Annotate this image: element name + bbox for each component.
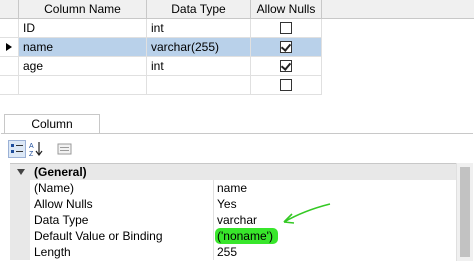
allow-nulls-cell bbox=[251, 57, 322, 76]
column-grid: Column Name Data Type Allow Nulls ID int n… bbox=[0, 0, 474, 98]
property-value[interactable]: 255 bbox=[214, 244, 456, 260]
property-name: Allow Nulls bbox=[30, 196, 214, 212]
grid-row[interactable]: name varchar(255) bbox=[0, 38, 474, 57]
collapse-triangle-icon bbox=[17, 169, 25, 175]
property-gutter bbox=[10, 212, 30, 228]
grid-row[interactable]: age int bbox=[0, 57, 474, 76]
property-grid: (General) (Name) name Allow Nulls Yes Data T… bbox=[10, 163, 456, 261]
property-gutter bbox=[10, 244, 30, 260]
header-column-name[interactable]: Column Name bbox=[19, 0, 147, 19]
grid-row[interactable]: ID int bbox=[0, 19, 474, 38]
property-row[interactable]: Allow Nulls Yes bbox=[10, 196, 456, 212]
svg-text:A: A bbox=[29, 143, 34, 150]
alphabetical-az-icon: A Z bbox=[29, 142, 43, 157]
property-name: Default Value or Binding bbox=[30, 228, 214, 244]
header-data-type[interactable]: Data Type bbox=[147, 0, 251, 19]
data-type-cell[interactable]: varchar(255) bbox=[147, 38, 251, 57]
collapse-toggle[interactable] bbox=[10, 164, 30, 180]
property-gutter bbox=[10, 228, 30, 244]
allow-nulls-cell bbox=[251, 38, 322, 57]
tab-column-properties[interactable]: Column Properties bbox=[4, 114, 100, 150]
property-row[interactable]: Data Type varchar bbox=[10, 212, 456, 228]
row-selector[interactable] bbox=[0, 57, 19, 76]
grid-row[interactable] bbox=[0, 76, 474, 95]
column-name-cell[interactable] bbox=[19, 76, 147, 95]
column-name-cell[interactable]: ID bbox=[19, 19, 147, 38]
allow-nulls-checkbox[interactable] bbox=[280, 79, 292, 91]
property-gutter bbox=[10, 196, 30, 212]
property-value[interactable]: name bbox=[214, 180, 456, 196]
header-allow-nulls[interactable]: Allow Nulls bbox=[251, 0, 322, 19]
categorized-icon bbox=[11, 144, 23, 153]
property-pages-button[interactable] bbox=[56, 140, 74, 158]
allow-nulls-checkbox[interactable] bbox=[280, 60, 292, 72]
property-name: (Name) bbox=[30, 180, 214, 196]
property-name: Length bbox=[30, 244, 214, 260]
property-row[interactable]: Default Value or Binding ('noname') bbox=[10, 228, 456, 244]
property-value[interactable]: ('noname') bbox=[214, 228, 456, 244]
property-gutter bbox=[10, 180, 30, 196]
current-row-arrow-icon bbox=[6, 43, 12, 51]
annotation-arrow-icon bbox=[283, 203, 331, 224]
data-type-cell[interactable] bbox=[147, 76, 251, 95]
property-pages-icon bbox=[57, 143, 72, 155]
property-row[interactable]: Length 255 bbox=[10, 244, 456, 260]
grid-header: Column Name Data Type Allow Nulls bbox=[0, 0, 474, 19]
property-row[interactable]: (Name) name bbox=[10, 180, 456, 196]
default-value-text: ('noname') bbox=[217, 229, 273, 243]
header-corner bbox=[0, 0, 19, 19]
column-name-cell[interactable]: age bbox=[19, 57, 147, 76]
row-selector[interactable] bbox=[0, 76, 19, 95]
vertical-scrollbar[interactable] bbox=[456, 163, 473, 261]
checkmark-icon bbox=[280, 41, 292, 52]
svg-text:Z: Z bbox=[29, 151, 34, 157]
allow-nulls-cell bbox=[251, 19, 322, 38]
section-label: (General) bbox=[30, 164, 456, 180]
column-name-cell[interactable]: name bbox=[19, 38, 147, 57]
allow-nulls-checkbox[interactable] bbox=[280, 41, 292, 53]
row-selector[interactable] bbox=[0, 38, 19, 57]
alphabetical-button[interactable]: A Z bbox=[28, 140, 46, 158]
data-type-cell[interactable]: int bbox=[147, 19, 251, 38]
scrollbar-thumb[interactable] bbox=[460, 167, 470, 257]
categorized-button[interactable] bbox=[8, 140, 26, 158]
allow-nulls-checkbox[interactable] bbox=[280, 22, 292, 34]
data-type-cell[interactable]: int bbox=[147, 57, 251, 76]
row-selector[interactable] bbox=[0, 19, 19, 38]
checkmark-icon bbox=[280, 60, 292, 71]
property-name: Data Type bbox=[30, 212, 214, 228]
allow-nulls-cell bbox=[251, 76, 322, 95]
section-general[interactable]: (General) bbox=[10, 164, 456, 180]
